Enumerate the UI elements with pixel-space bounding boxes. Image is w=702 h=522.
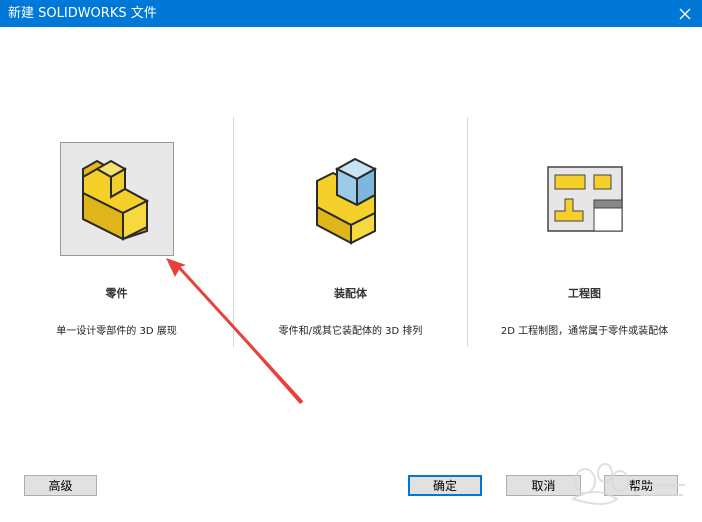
drawing-thumbnail[interactable]: [528, 142, 642, 256]
part-icon: [82, 159, 150, 241]
assembly-icon: [316, 157, 378, 245]
option-part-title: 零件: [105, 287, 128, 300]
window-title: 新建 SOLIDWORKS 文件: [8, 6, 157, 21]
option-assembly-description: 零件和/或其它装配体的 3D 排列: [278, 326, 423, 337]
drawing-icon: [547, 166, 623, 232]
option-part-description: 单一设计零部件的 3D 展现: [56, 326, 177, 337]
option-assembly-title: 装配体: [334, 287, 367, 300]
baidu-watermark-logo: [570, 463, 685, 505]
part-thumbnail[interactable]: [60, 142, 174, 256]
close-icon: [679, 8, 691, 19]
close-button[interactable]: [668, 0, 702, 27]
ok-button[interactable]: 确定: [408, 475, 482, 496]
option-assembly[interactable]: 装配体 零件和/或其它装配体的 3D 排列: [234, 140, 467, 350]
option-drawing-title: 工程图: [568, 287, 601, 300]
assembly-thumbnail[interactable]: [294, 142, 408, 256]
advanced-button[interactable]: 高级: [24, 475, 97, 496]
option-drawing-description: 2D 工程制图，通常属于零件或装配体: [500, 326, 669, 337]
option-part[interactable]: 零件 单一设计零部件的 3D 展现: [0, 140, 233, 350]
option-drawing[interactable]: 工程图 2D 工程制图，通常属于零件或装配体: [468, 140, 701, 350]
title-bar: 新建 SOLIDWORKS 文件: [0, 0, 702, 27]
